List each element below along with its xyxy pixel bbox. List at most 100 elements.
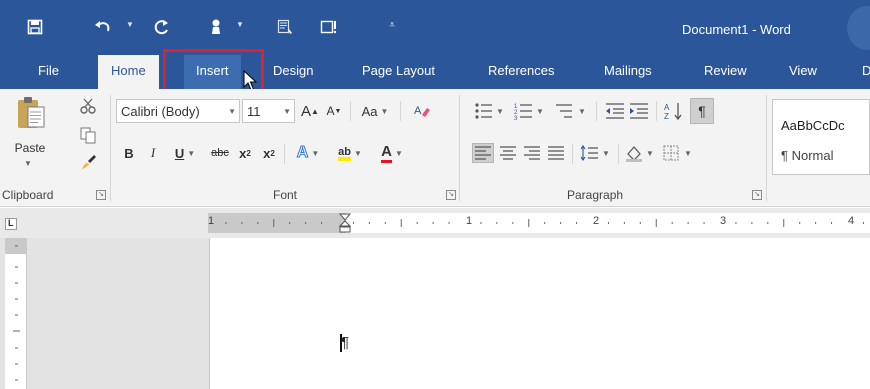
ruler-label: 3 bbox=[720, 215, 727, 227]
tab-mailings[interactable]: Mailings bbox=[604, 55, 652, 89]
svg-text:▼: ▼ bbox=[536, 107, 544, 116]
tab-references[interactable]: References bbox=[488, 55, 554, 89]
paragraph-inner-separator-4 bbox=[618, 144, 619, 164]
svg-text:▼: ▼ bbox=[602, 149, 610, 158]
bullets-icon[interactable]: ▼ bbox=[474, 101, 506, 121]
tab-view[interactable]: View bbox=[789, 55, 817, 89]
shading-icon[interactable]: ▼ bbox=[624, 144, 658, 162]
cut-icon[interactable] bbox=[79, 97, 97, 115]
font-inner-separator-3 bbox=[284, 144, 285, 164]
font-separator bbox=[459, 95, 460, 201]
shrink-font-arrow-icon: ▼ bbox=[334, 107, 342, 115]
font-inner-separator bbox=[350, 101, 351, 121]
tab-review[interactable]: Review bbox=[704, 55, 747, 89]
paste-button[interactable]: Paste bbox=[10, 139, 50, 157]
copy-icon[interactable] bbox=[79, 126, 97, 144]
spelling-icon[interactable] bbox=[318, 14, 340, 40]
tab-selector[interactable]: L bbox=[5, 218, 17, 230]
font-size-dropdown-icon[interactable]: ▼ bbox=[283, 107, 291, 116]
strikethrough-button[interactable]: abc bbox=[206, 141, 234, 165]
font-name-value: Calibri (Body) bbox=[121, 103, 200, 119]
tab-selector-mark: L bbox=[8, 218, 14, 228]
line-spacing-icon[interactable]: ▼ bbox=[580, 144, 612, 162]
align-left-icon[interactable] bbox=[472, 143, 494, 163]
undo-dropdown-icon[interactable]: ▼ bbox=[126, 20, 134, 29]
vertical-ruler-ticks bbox=[13, 245, 20, 381]
grow-font-button[interactable]: A ▲ bbox=[299, 99, 321, 123]
ribbon-home: Paste ▼ Clipboard ↘ Calibri (Body) ▼ 11 … bbox=[0, 89, 870, 207]
font-size-combo[interactable]: 11 ▼ bbox=[242, 99, 295, 123]
subscript-button[interactable]: x2 bbox=[234, 141, 256, 165]
clear-formatting-icon[interactable]: A bbox=[413, 102, 431, 120]
text-effects-button[interactable]: A ▼ bbox=[290, 141, 326, 165]
title-bar: ▼ ▼ ⩡ Document1 - Word bbox=[0, 0, 870, 55]
svg-text:A: A bbox=[664, 103, 670, 112]
font-name-combo[interactable]: Calibri (Body) ▼ bbox=[116, 99, 240, 123]
tab-page-layout[interactable]: Page Layout bbox=[362, 55, 435, 89]
underline-button[interactable]: U ▼ bbox=[166, 141, 204, 165]
paragraph-inner-separator-2 bbox=[656, 101, 657, 121]
font-name-dropdown-icon[interactable]: ▼ bbox=[228, 107, 236, 116]
change-case-button[interactable]: Aa ▼ bbox=[356, 99, 394, 123]
vertical-ruler[interactable] bbox=[5, 238, 27, 389]
paragraph-inner-separator bbox=[596, 101, 597, 121]
bold-button[interactable]: B bbox=[118, 141, 140, 165]
font-size-value: 11 bbox=[247, 103, 261, 119]
numbering-icon[interactable]: 1 2 3 ▼ bbox=[514, 101, 546, 122]
shrink-font-letter: A bbox=[326, 104, 335, 118]
touch-mode-icon[interactable] bbox=[205, 14, 227, 40]
account-avatar[interactable] bbox=[847, 6, 870, 50]
justify-icon[interactable] bbox=[546, 144, 566, 162]
svg-text:A: A bbox=[414, 105, 422, 117]
svg-text:▼: ▼ bbox=[578, 107, 586, 116]
style-normal[interactable]: AaBbCcDc ¶ Normal bbox=[772, 99, 870, 175]
font-color-letter: A bbox=[381, 143, 392, 163]
underline-dropdown-icon: ▼ bbox=[187, 148, 196, 158]
print-preview-icon[interactable] bbox=[274, 14, 296, 40]
increase-indent-icon[interactable] bbox=[628, 101, 650, 121]
document-canvas: ¶ bbox=[0, 238, 870, 389]
font-launcher-icon[interactable]: ↘ bbox=[446, 190, 456, 200]
paste-icon[interactable] bbox=[16, 95, 48, 131]
highlight-button[interactable]: ab ▼ bbox=[330, 141, 370, 165]
indent-marker-icon[interactable] bbox=[339, 213, 351, 233]
tab-home[interactable]: Home bbox=[98, 55, 159, 89]
document-title: Document1 - Word bbox=[682, 22, 791, 37]
svg-text:3: 3 bbox=[514, 116, 518, 121]
save-icon[interactable] bbox=[24, 14, 46, 40]
clipboard-launcher-icon[interactable]: ↘ bbox=[96, 190, 106, 200]
ruler-label: 1 bbox=[466, 215, 473, 227]
borders-icon[interactable]: ▼ bbox=[662, 144, 696, 162]
font-color-dropdown-icon: ▼ bbox=[394, 148, 403, 158]
format-painter-icon[interactable] bbox=[79, 153, 97, 171]
show-hide-marks-button[interactable]: ¶ bbox=[690, 98, 714, 124]
undo-icon[interactable] bbox=[92, 14, 114, 40]
multilevel-list-icon[interactable]: ▼ bbox=[554, 101, 588, 121]
tab-overflow[interactable]: D bbox=[862, 55, 870, 89]
document-page[interactable]: ¶ bbox=[209, 238, 870, 389]
change-case-label: Aa bbox=[361, 103, 378, 119]
align-center-icon[interactable] bbox=[498, 144, 518, 162]
subscript-letter: x bbox=[239, 145, 247, 161]
italic-button[interactable]: I bbox=[142, 141, 164, 165]
tab-design[interactable]: Design bbox=[273, 55, 313, 89]
paste-dropdown-icon[interactable]: ▼ bbox=[24, 159, 32, 168]
underline-letter: U bbox=[174, 145, 185, 161]
paragraph-group-label: Paragraph bbox=[567, 188, 624, 202]
customize-qat-icon[interactable]: ⩡ bbox=[389, 19, 395, 32]
paragraph-separator bbox=[766, 95, 767, 201]
redo-icon[interactable] bbox=[151, 14, 173, 40]
ruler-label: 1 bbox=[208, 215, 215, 227]
tab-file[interactable]: File bbox=[38, 55, 59, 89]
align-right-icon[interactable] bbox=[522, 144, 542, 162]
change-case-dropdown-icon: ▼ bbox=[380, 106, 389, 116]
paragraph-inner-separator-3 bbox=[572, 144, 573, 164]
sort-icon[interactable]: AZ bbox=[664, 101, 684, 121]
font-color-button[interactable]: A ▼ bbox=[374, 141, 410, 165]
paragraph-launcher-icon[interactable]: ↘ bbox=[752, 190, 762, 200]
svg-text:▼: ▼ bbox=[496, 107, 504, 116]
superscript-button[interactable]: x2 bbox=[258, 141, 280, 165]
decrease-indent-icon[interactable] bbox=[604, 101, 626, 121]
touch-mode-dropdown-icon[interactable]: ▼ bbox=[236, 20, 244, 29]
shrink-font-button[interactable]: A ▼ bbox=[323, 99, 345, 123]
